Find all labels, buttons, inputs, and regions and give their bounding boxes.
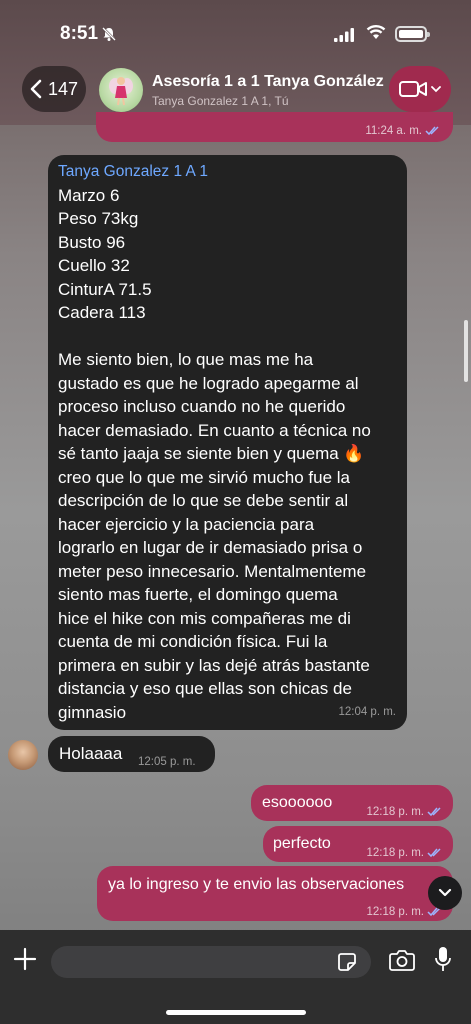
message-time: 12:18 p. m.	[366, 847, 424, 859]
message-time: 12:04 p. m.	[338, 705, 396, 718]
message-time: 12:18 p. m.	[366, 906, 424, 918]
status-bar: 8:51	[0, 0, 471, 60]
mute-bell-icon	[102, 27, 116, 41]
message-input[interactable]	[51, 946, 371, 978]
message-composer	[0, 930, 471, 1024]
message-time: 12:05 p. m.	[138, 756, 196, 768]
message-bubble-incoming[interactable]: Tanya Gonzalez 1 A 1 Marzo 6 Peso 73kg B…	[48, 155, 407, 730]
chat-participants[interactable]: Tanya Gonzalez 1 A 1, Tú	[152, 94, 289, 108]
wifi-icon	[366, 25, 386, 39]
message-meta: 12:18 p. m.	[366, 842, 443, 864]
message-time: 11:24 a. m.	[365, 125, 422, 137]
chat-header: 8:51 147 Asesoría 1 a 1 Tanya González T…	[0, 0, 471, 125]
message-sender[interactable]: Tanya Gonzalez 1 A 1	[58, 160, 395, 184]
battery-icon	[395, 26, 430, 42]
message-meta: 11:24 a. m.	[365, 120, 441, 142]
message-bubble-incoming[interactable]: Holaaaa 12:05 p. m.	[48, 736, 215, 772]
group-avatar[interactable]	[99, 68, 143, 112]
message-text: esoooooo	[262, 794, 333, 811]
double-check-icon	[427, 807, 441, 817]
double-check-icon	[425, 126, 439, 136]
status-time: 8:51	[60, 23, 99, 44]
camera-icon[interactable]	[389, 949, 415, 971]
video-call-icon	[399, 81, 427, 97]
back-button[interactable]: 147	[22, 66, 86, 112]
fairy-avatar-icon	[109, 77, 133, 106]
contact-avatar[interactable]	[8, 740, 38, 770]
chevron-down-icon	[431, 86, 441, 93]
double-check-icon	[427, 848, 441, 858]
chevron-left-icon	[30, 79, 42, 99]
chat-title[interactable]: Asesoría 1 a 1 Tanya González	[152, 73, 384, 91]
plus-icon[interactable]	[12, 946, 38, 972]
video-call-button[interactable]	[389, 66, 451, 112]
scroll-to-bottom-button[interactable]	[428, 876, 462, 910]
message-meta: 12:18 p. m.	[366, 801, 443, 823]
message-bubble-outgoing[interactable]: ya lo ingreso y te envio las observacion…	[97, 866, 453, 921]
message-text: perfecto	[273, 835, 331, 852]
cellular-signal-icon	[334, 28, 354, 42]
message-text: Holaaaa	[59, 744, 123, 763]
message-meta: 12:05 p. m.	[138, 751, 196, 775]
scroll-indicator[interactable]	[464, 320, 468, 382]
message-bubble-outgoing[interactable]: perfecto 12:18 p. m.	[263, 826, 453, 862]
message-bubble-outgoing[interactable]: 11:24 a. m.	[96, 112, 453, 142]
sticker-icon[interactable]	[337, 952, 357, 972]
microphone-icon[interactable]	[434, 946, 452, 974]
unread-count: 147	[47, 78, 79, 99]
message-time: 12:18 p. m.	[366, 806, 424, 818]
chevron-down-icon	[438, 888, 452, 897]
message-text: ya lo ingreso y te envio las observacion…	[108, 876, 405, 893]
message-bubble-outgoing[interactable]: esoooooo 12:18 p. m.	[251, 785, 453, 821]
home-indicator	[166, 1010, 306, 1015]
message-meta: 12:04 p. m.	[338, 701, 396, 725]
message-text: Marzo 6 Peso 73kg Busto 96 Cuello 32 Cin…	[58, 185, 371, 722]
